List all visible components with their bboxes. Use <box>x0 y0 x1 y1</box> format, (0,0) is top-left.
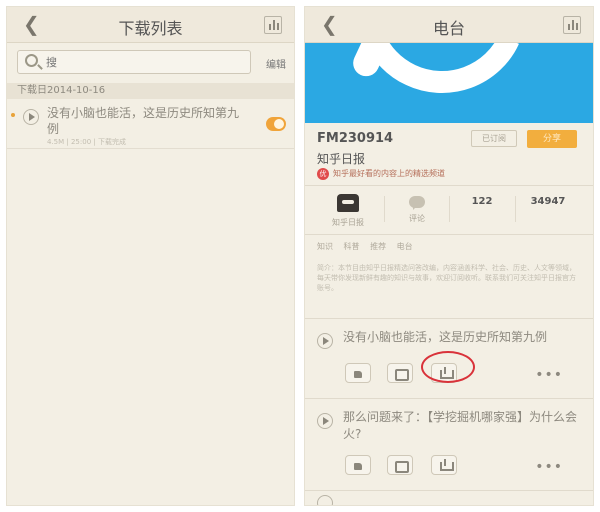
divider <box>515 196 516 222</box>
download-item[interactable]: 没有小脑也能活，这是历史所知第九例 4.5M | 25:00 | 下载完成 <box>7 99 294 149</box>
episode-item[interactable]: 没有小脑也能活，这是历史所知第九例 ••• <box>305 319 593 399</box>
channel-header: FM230914 知乎日报 已订阅 分享 优 知乎最好看的内容上的精选频道 <box>305 123 593 185</box>
search-icon <box>25 54 38 67</box>
play-icon[interactable] <box>317 495 333 505</box>
count-value-1: 122 <box>471 196 493 207</box>
page-title: 下载列表 <box>118 19 183 38</box>
download-toggle[interactable] <box>266 117 286 131</box>
comment-icon <box>409 196 425 210</box>
count-stat-2: 34947 <box>515 186 581 234</box>
top-bar: ❮ 电台 <box>305 7 593 43</box>
tag[interactable]: 科普 <box>344 242 360 251</box>
play-icon[interactable] <box>317 333 333 349</box>
share-button[interactable]: 分享 <box>527 130 577 148</box>
download-list-screen: ❮ 下载列表 编辑 下载日2014-10-16 没有小脑也能活，这是历史所知第九… <box>6 6 295 506</box>
download-item-meta: 4.5M | 25:00 | 下载完成 <box>47 138 126 146</box>
now-playing-icon[interactable] <box>264 16 282 34</box>
download-item-title: 没有小脑也能活，这是历史所知第九例 <box>47 106 240 136</box>
count-value-2: 34947 <box>530 196 566 207</box>
tag[interactable]: 推荐 <box>370 242 386 251</box>
episode-title: 没有小脑也能活，这是历史所知第九例 <box>343 330 548 344</box>
channel-name: 知乎日报 <box>317 152 366 166</box>
play-icon[interactable] <box>317 413 333 429</box>
share-icon[interactable] <box>387 363 413 383</box>
channel-cover-image <box>305 43 593 123</box>
channel-stats: 知乎日报 评论 122 34947 <box>305 185 593 235</box>
tag[interactable]: 电台 <box>397 242 413 251</box>
episode-title: 那么问题来了：【学挖掘机哪家强】为什么会火? <box>343 410 578 441</box>
download-button[interactable] <box>431 455 457 475</box>
episode-item[interactable] <box>305 491 593 505</box>
host-label: 知乎日报 <box>332 218 364 227</box>
radio-screen: ❮ 电台 FM230914 知乎日报 已订阅 分享 优 知乎最好看的内容上的精选… <box>304 6 594 506</box>
channel-description: 简介：本节目由知乎日报精选问答改编，内容涵盖科学、社会、历史、人文等领域，每天带… <box>305 259 593 319</box>
more-options-icon[interactable]: ••• <box>535 459 563 475</box>
host-stat[interactable]: 知乎日报 <box>315 186 381 234</box>
avatar <box>337 194 359 212</box>
comments-stat[interactable]: 评论 <box>384 186 450 234</box>
featured-badge-icon: 优 <box>317 168 329 180</box>
divider <box>384 196 385 222</box>
share-icon[interactable] <box>387 455 413 475</box>
top-bar: ❮ 下载列表 <box>7 7 294 43</box>
tag[interactable]: 知识 <box>317 242 333 251</box>
divider <box>449 196 450 222</box>
search-row: 编辑 <box>7 43 294 83</box>
episode-item[interactable]: 那么问题来了：【学挖掘机哪家强】为什么会火? ••• <box>305 399 593 491</box>
comments-label: 评论 <box>409 214 425 223</box>
search-input[interactable] <box>46 54 236 70</box>
subscribe-button[interactable]: 已订阅 <box>471 130 517 147</box>
highlight-circle <box>421 351 475 383</box>
now-playing-icon[interactable] <box>563 16 581 34</box>
new-dot-icon <box>11 113 15 117</box>
channel-id: FM230914 <box>317 131 394 146</box>
featured-text: 知乎最好看的内容上的精选频道 <box>333 169 445 178</box>
count-stat-1: 122 <box>449 186 515 234</box>
play-icon[interactable] <box>23 109 39 125</box>
search-box[interactable] <box>17 50 251 74</box>
like-button[interactable] <box>345 455 371 475</box>
edit-button[interactable]: 编辑 <box>266 56 286 71</box>
more-options-icon[interactable]: ••• <box>535 367 563 383</box>
date-header: 下载日2014-10-16 <box>7 83 294 99</box>
page-title: 电台 <box>432 19 465 38</box>
like-button[interactable] <box>345 363 371 383</box>
tag-list: 知识 科普 推荐 电台 <box>305 235 593 259</box>
